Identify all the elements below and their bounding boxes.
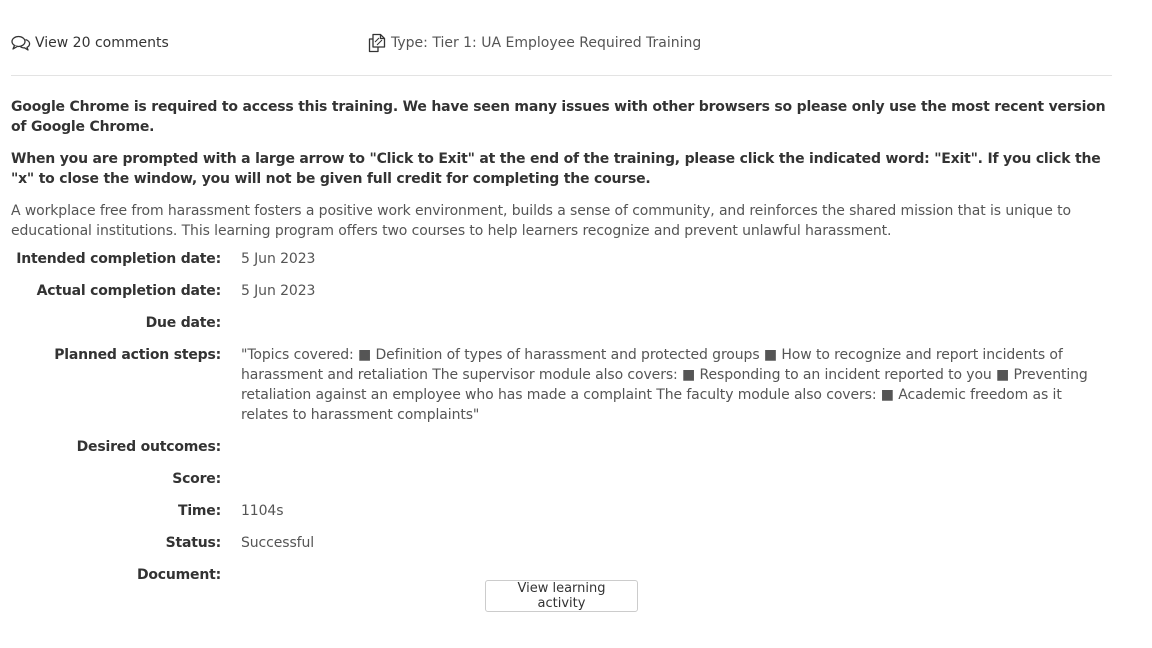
course-notes: Google Chrome is required to access this… [11, 97, 1106, 253]
detail-row-score: Score: [11, 469, 1106, 489]
view-comments-label: View 20 comments [35, 35, 169, 51]
detail-value: 5 Jun 2023 [241, 251, 316, 267]
detail-label: Status: [165, 535, 222, 551]
view-comments-link[interactable]: View 20 comments [11, 32, 169, 54]
detail-label: Actual completion date: [36, 283, 222, 299]
detail-value: 5 Jun 2023 [241, 283, 316, 299]
course-description: A workplace free from harassment fosters… [11, 203, 1071, 239]
course-type-label: Type: Tier 1: UA Employee Required Train… [391, 35, 702, 51]
detail-label: Time: [177, 503, 221, 519]
detail-label: Planned action steps: [54, 347, 221, 363]
learning-record-page: View 20 comments Type: Tier 1: UA Employ… [0, 0, 1152, 648]
course-type: Type: Tier 1: UA Employee Required Train… [367, 32, 701, 54]
detail-row-actual-completion: Actual completion date: 5 Jun 2023 [11, 281, 1106, 301]
detail-row-intended-completion: Intended completion date: 5 Jun 2023 [11, 249, 1106, 269]
detail-value: "Topics covered: ■ Definition of types o… [241, 347, 1088, 423]
view-learning-activity-button[interactable]: View learning activity [485, 580, 638, 612]
record-details: Intended completion date: 5 Jun 2023 Act… [11, 249, 1106, 597]
header-divider [11, 75, 1112, 76]
detail-row-desired-outcomes: Desired outcomes: [11, 437, 1106, 457]
detail-value: 1104s [241, 503, 284, 519]
detail-value: Successful [241, 535, 315, 551]
comments-icon [11, 35, 31, 51]
detail-label: Score: [172, 471, 221, 487]
detail-row-time: Time: 1104s [11, 501, 1106, 521]
detail-row-status: Status: Successful [11, 533, 1106, 553]
detail-row-planned-steps: Planned action steps: "Topics covered: ■… [11, 345, 1106, 425]
detail-row-due-date: Due date: [11, 313, 1106, 333]
exit-notice: When you are prompted with a large arrow… [11, 151, 1101, 187]
record-header: View 20 comments Type: Tier 1: UA Employ… [11, 32, 1112, 54]
detail-label: Document: [136, 567, 221, 583]
detail-label: Due date: [145, 315, 222, 331]
detail-label: Desired outcomes: [76, 439, 222, 455]
detail-label: Intended completion date: [16, 251, 221, 267]
chrome-notice: Google Chrome is required to access this… [11, 99, 1106, 135]
copy-icon [368, 33, 386, 53]
